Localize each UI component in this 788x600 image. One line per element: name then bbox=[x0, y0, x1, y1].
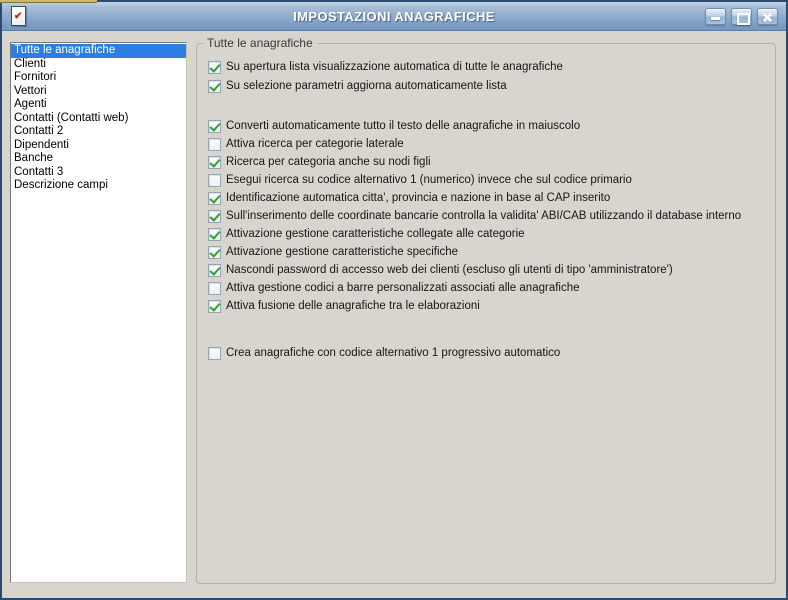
checkbox-checked-icon[interactable] bbox=[208, 119, 221, 133]
app-icon bbox=[11, 6, 26, 26]
close-icon bbox=[758, 9, 777, 24]
sidebar-item[interactable]: Dipendenti bbox=[11, 139, 186, 153]
checkbox-label: Ricerca per categoria anche su nodi figl… bbox=[226, 156, 431, 168]
settings-window: IMPOSTAZIONI ANAGRAFICHE Tutte le anagra… bbox=[0, 0, 788, 600]
checkbox-label: Attivazione gestione caratteristiche spe… bbox=[226, 246, 459, 258]
checkbox-row[interactable]: Crea anagrafiche con codice alternativo … bbox=[208, 346, 775, 360]
sidebar-item[interactable]: Tutte le anagrafiche bbox=[11, 44, 186, 58]
checkbox-checked-icon[interactable] bbox=[208, 191, 221, 205]
checkbox-label: Attivazione gestione caratteristiche col… bbox=[226, 228, 525, 240]
background-window-sliver bbox=[0, 0, 97, 3]
sidebar-item[interactable]: Descrizione campi bbox=[11, 179, 186, 193]
checkbox-row[interactable]: Attivazione gestione caratteristiche spe… bbox=[208, 245, 775, 259]
checkbox-checked-icon[interactable] bbox=[208, 299, 221, 313]
sidebar-item[interactable]: Contatti (Contatti web) bbox=[11, 112, 186, 126]
checkbox-row[interactable]: Attiva fusione delle anagrafiche tra le … bbox=[208, 299, 775, 313]
checkbox-row[interactable]: Su apertura lista visualizzazione automa… bbox=[208, 60, 775, 74]
checkbox-label: Attiva ricerca per categorie laterale bbox=[226, 138, 404, 150]
checkbox-checked-icon[interactable] bbox=[208, 245, 221, 259]
checkbox-checked-icon[interactable] bbox=[208, 227, 221, 241]
checkbox-label: Identificazione automatica citta', provi… bbox=[226, 192, 611, 204]
checkbox-unchecked-icon[interactable] bbox=[208, 281, 221, 295]
checkbox-label: Converti automaticamente tutto il testo … bbox=[226, 120, 581, 132]
checkbox-label: Su apertura lista visualizzazione automa… bbox=[226, 61, 563, 73]
maximize-button[interactable] bbox=[731, 8, 752, 25]
checkbox-row[interactable]: Attiva gestione codici a barre personali… bbox=[208, 281, 775, 295]
checkbox-checked-icon[interactable] bbox=[208, 60, 221, 74]
checkbox-label: Crea anagrafiche con codice alternativo … bbox=[226, 347, 561, 359]
checkbox-unchecked-icon[interactable] bbox=[208, 137, 221, 151]
checkbox-label: Attiva fusione delle anagrafiche tra le … bbox=[226, 300, 480, 312]
checkbox-label: Sull'inserimento delle coordinate bancar… bbox=[226, 210, 742, 222]
checkbox-label: Attiva gestione codici a barre personali… bbox=[226, 282, 580, 294]
sidebar-item[interactable]: Agenti bbox=[11, 98, 186, 112]
checkbox-row[interactable]: Identificazione automatica citta', provi… bbox=[208, 191, 775, 205]
checkbox-row[interactable]: Nascondi password di accesso web dei cli… bbox=[208, 263, 775, 277]
groupbox-title: Tutte le anagrafiche bbox=[207, 36, 313, 50]
checkbox-row[interactable]: Su selezione parametri aggiorna automati… bbox=[208, 79, 775, 93]
checkbox-group: Crea anagrafiche con codice alternativo … bbox=[208, 346, 775, 360]
sidebar-item[interactable]: Contatti 2 bbox=[11, 125, 186, 139]
sidebar-item[interactable]: Banche bbox=[11, 152, 186, 166]
checkbox-label: Esegui ricerca su codice alternativo 1 (… bbox=[226, 174, 632, 186]
checkbox-checked-icon[interactable] bbox=[208, 209, 221, 223]
checkbox-checked-icon[interactable] bbox=[208, 79, 221, 93]
category-listbox[interactable]: Tutte le anagrafiche Clienti Fornitori Vett… bbox=[10, 42, 187, 583]
sidebar-item[interactable]: Clienti bbox=[11, 58, 186, 72]
checkbox-group: Su apertura lista visualizzazione automa… bbox=[208, 60, 775, 93]
checkbox-row[interactable]: Esegui ricerca su codice alternativo 1 (… bbox=[208, 173, 775, 187]
checkbox-row[interactable]: Attivazione gestione caratteristiche col… bbox=[208, 227, 775, 241]
checkbox-area: Su apertura lista visualizzazione automa… bbox=[197, 50, 775, 360]
checkbox-row[interactable]: Ricerca per categoria anche su nodi figl… bbox=[208, 155, 775, 169]
close-button[interactable] bbox=[757, 8, 778, 25]
window-controls bbox=[705, 8, 778, 25]
maximize-icon bbox=[732, 9, 751, 25]
checkbox-checked-icon[interactable] bbox=[208, 155, 221, 169]
minimize-icon bbox=[706, 9, 725, 24]
checkbox-label: Su selezione parametri aggiorna automati… bbox=[226, 80, 507, 92]
checkbox-label: Nascondi password di accesso web dei cli… bbox=[226, 264, 673, 276]
checkbox-group: Converti automaticamente tutto il testo … bbox=[208, 119, 775, 313]
titlebar[interactable]: IMPOSTAZIONI ANAGRAFICHE bbox=[2, 2, 786, 31]
settings-groupbox: Tutte le anagrafiche Su apertura lista v… bbox=[196, 36, 776, 584]
checkbox-row[interactable]: Sull'inserimento delle coordinate bancar… bbox=[208, 209, 775, 223]
checkbox-row[interactable]: Attiva ricerca per categorie laterale bbox=[208, 137, 775, 151]
sidebar-item[interactable]: Contatti 3 bbox=[11, 166, 186, 180]
minimize-button[interactable] bbox=[705, 8, 726, 25]
checkbox-unchecked-icon[interactable] bbox=[208, 346, 221, 360]
client-area: Tutte le anagrafiche Clienti Fornitori Vett… bbox=[2, 31, 786, 598]
checkbox-checked-icon[interactable] bbox=[208, 263, 221, 277]
sidebar-item[interactable]: Vettori bbox=[11, 85, 186, 99]
window-title: IMPOSTAZIONI ANAGRAFICHE bbox=[293, 9, 495, 24]
checkbox-row[interactable]: Converti automaticamente tutto il testo … bbox=[208, 119, 775, 133]
checkbox-unchecked-icon[interactable] bbox=[208, 173, 221, 187]
sidebar-item[interactable]: Fornitori bbox=[11, 71, 186, 85]
